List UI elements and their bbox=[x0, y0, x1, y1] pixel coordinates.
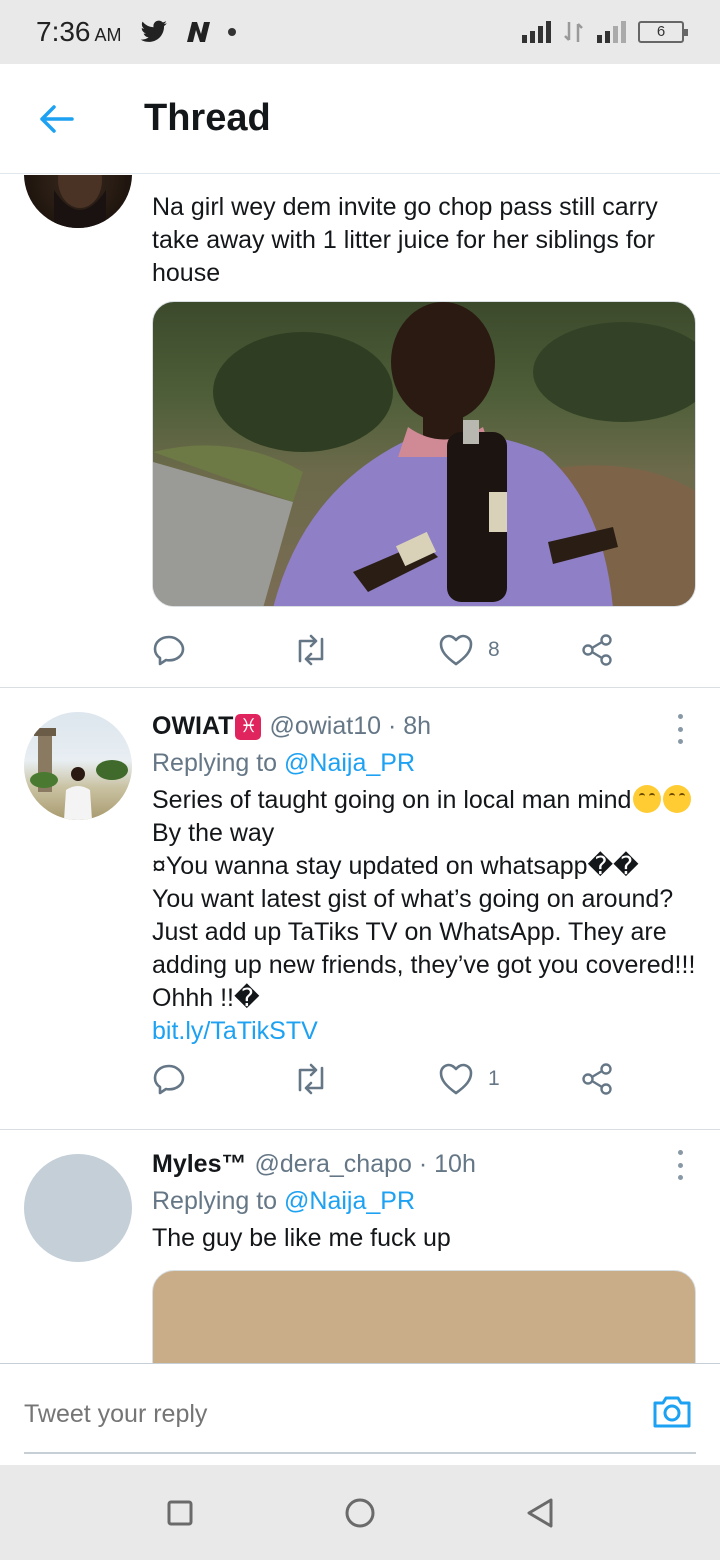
battery-icon: 6 bbox=[638, 21, 688, 43]
tweet-media-image[interactable] bbox=[152, 1270, 696, 1363]
share-icon bbox=[582, 634, 612, 666]
tweet-link[interactable]: bit.ly/TaTikSTV bbox=[152, 1017, 318, 1045]
retweet-button[interactable] bbox=[292, 1059, 330, 1099]
back-arrow-icon bbox=[40, 104, 74, 133]
tweet[interactable]: Na girl wey dem invite go chop pass stil… bbox=[0, 175, 720, 688]
app-n-icon bbox=[186, 22, 210, 42]
reply-to-link[interactable]: @Naija_PR bbox=[284, 749, 415, 777]
tweet-reply-input[interactable] bbox=[24, 1400, 584, 1429]
data-arrows-icon bbox=[564, 22, 583, 42]
tweet[interactable]: OWIAT ♓ @owiat10 · 8h Replying to @Naija… bbox=[0, 688, 720, 1130]
share-button[interactable] bbox=[580, 630, 614, 670]
tweet-body: OWIAT ♓ @owiat10 · 8h Replying to @Naija… bbox=[152, 712, 696, 1048]
like-count: 8 bbox=[488, 638, 500, 661]
author-name[interactable]: Myles™ bbox=[152, 1150, 246, 1179]
like-button[interactable]: 1 bbox=[438, 1059, 500, 1099]
avatar[interactable] bbox=[24, 175, 132, 228]
tweet-text: Series of taught going on in local man m… bbox=[152, 785, 696, 1045]
tweet-text: The guy be like me fuck up bbox=[152, 1224, 451, 1252]
reply-button[interactable] bbox=[152, 630, 186, 670]
retweet-icon bbox=[298, 634, 324, 666]
share-icon bbox=[582, 1063, 612, 1095]
thread-feed[interactable]: Na girl wey dem invite go chop pass stil… bbox=[0, 175, 720, 1363]
signal-icon bbox=[522, 21, 551, 43]
tweet-media-image[interactable] bbox=[152, 301, 696, 607]
tweet-actions: 1 bbox=[152, 1059, 632, 1099]
like-button[interactable]: 8 bbox=[438, 630, 500, 670]
back-triangle-icon bbox=[527, 1498, 553, 1528]
like-icon bbox=[439, 634, 473, 666]
author-handle: @owiat10 · 8h bbox=[269, 712, 432, 740]
page-title: Thread bbox=[144, 97, 271, 139]
share-button[interactable] bbox=[580, 1059, 614, 1099]
pisces-icon: ♓ bbox=[235, 713, 262, 740]
tweet-body: Na girl wey dem invite go chop pass stil… bbox=[152, 191, 696, 290]
tweet[interactable]: Myles™ @dera_chapo · 10h Replying to @Na… bbox=[0, 1130, 720, 1363]
replying-to: Replying to @Naija_PR bbox=[152, 1187, 416, 1215]
reply-to-link[interactable]: @Naija_PR bbox=[284, 1187, 415, 1215]
status-bar: 7:36 AM 6 bbox=[0, 0, 720, 64]
tweet-body: Myles™ @dera_chapo · 10h Replying to @Na… bbox=[152, 1150, 696, 1255]
photo-scene bbox=[153, 302, 695, 606]
like-count: 1 bbox=[488, 1067, 500, 1090]
avatar[interactable] bbox=[24, 712, 132, 820]
home-button[interactable] bbox=[342, 1495, 378, 1531]
system-nav-bar bbox=[0, 1465, 720, 1560]
reply-bar bbox=[0, 1363, 720, 1465]
recents-button[interactable] bbox=[162, 1495, 198, 1531]
signal-hplus-icon bbox=[597, 21, 626, 43]
retweet-icon bbox=[298, 1063, 324, 1095]
tweet-actions: 8 bbox=[152, 630, 632, 670]
back-button[interactable] bbox=[26, 89, 86, 149]
back-nav-button[interactable] bbox=[522, 1495, 558, 1531]
laugh-emoji-icon bbox=[663, 785, 692, 813]
camera-button[interactable] bbox=[650, 1390, 694, 1434]
avatar[interactable] bbox=[24, 1154, 132, 1262]
header: Thread bbox=[0, 64, 720, 174]
reply-icon bbox=[153, 635, 185, 666]
camera-icon bbox=[653, 1396, 691, 1428]
retweet-button[interactable] bbox=[292, 630, 330, 670]
reply-button[interactable] bbox=[152, 1059, 186, 1099]
tweet-text: Na girl wey dem invite go chop pass stil… bbox=[152, 193, 658, 287]
notification-dot-icon bbox=[227, 28, 236, 36]
like-icon bbox=[439, 1063, 473, 1095]
twitter-bird-icon bbox=[140, 20, 167, 42]
replying-to: Replying to @Naija_PR bbox=[152, 749, 416, 777]
author-name[interactable]: OWIAT bbox=[152, 712, 233, 741]
recents-square-icon bbox=[167, 1500, 193, 1526]
laugh-emoji-icon bbox=[633, 785, 662, 813]
status-time: 7:36 AM bbox=[36, 16, 122, 47]
reply-icon bbox=[153, 1064, 185, 1095]
divider bbox=[24, 1452, 696, 1454]
author-handle: @dera_chapo · 10h bbox=[254, 1150, 476, 1178]
home-circle-icon bbox=[345, 1498, 375, 1528]
